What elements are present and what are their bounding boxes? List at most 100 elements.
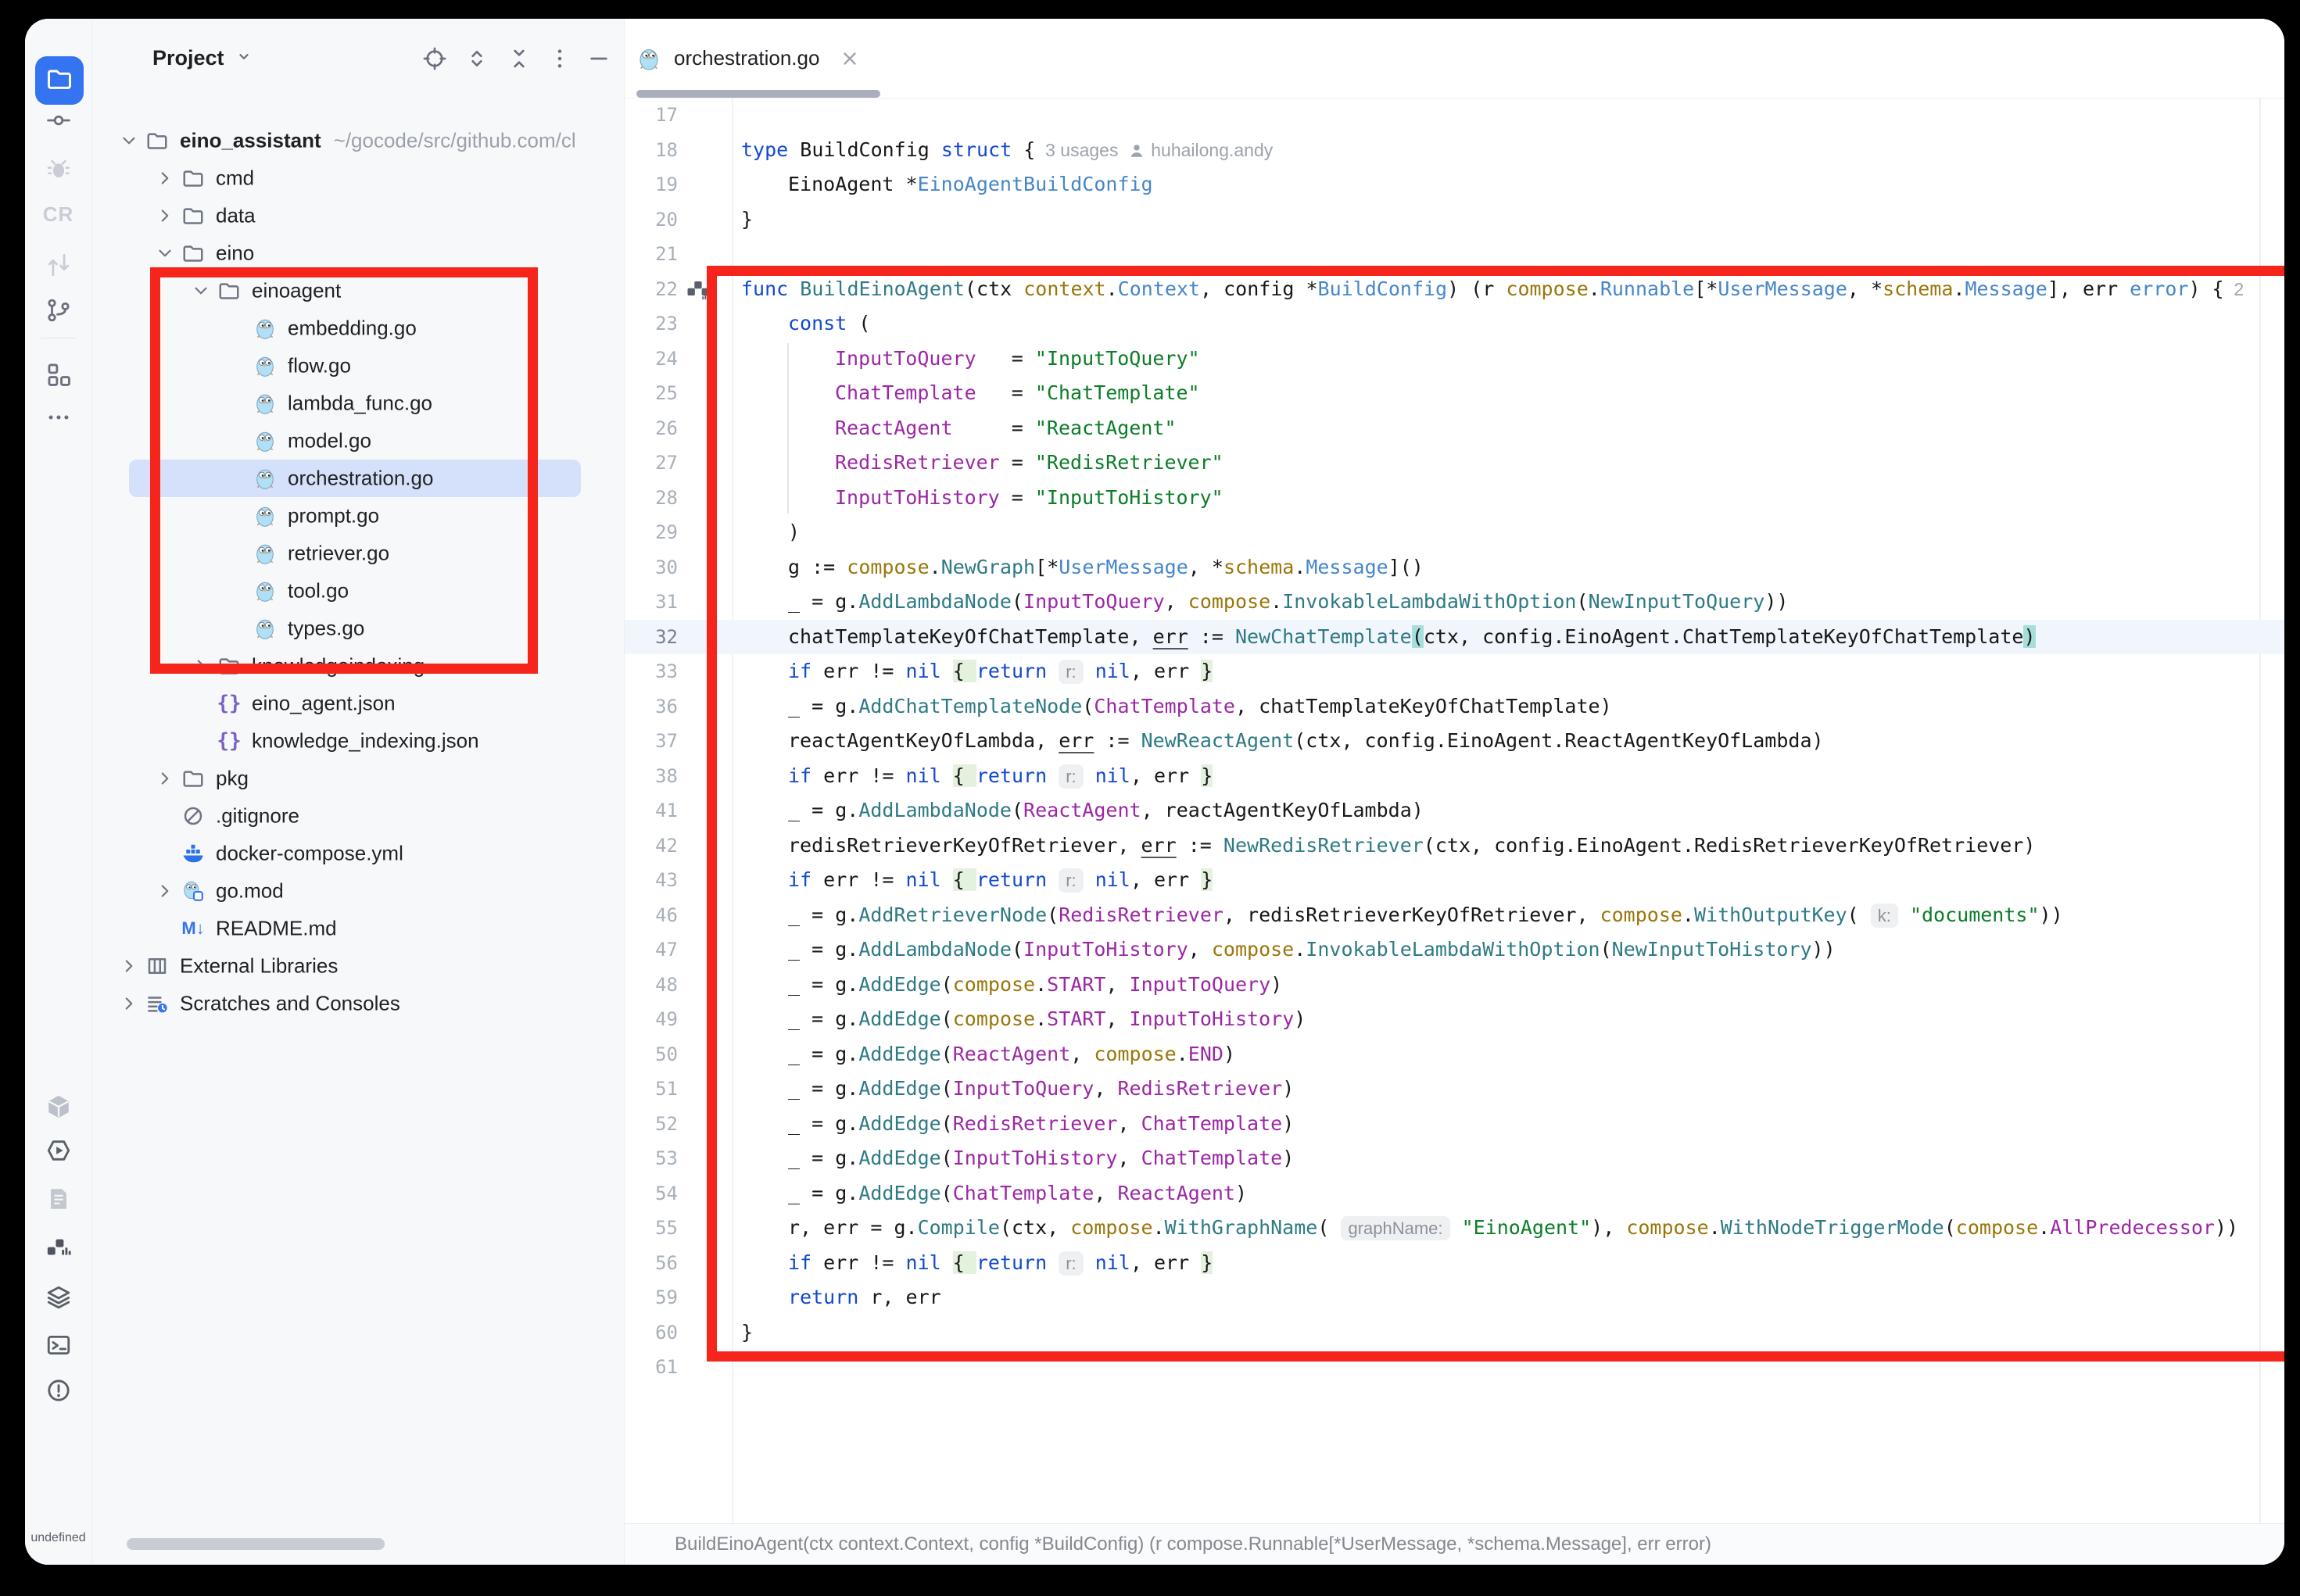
services-icon[interactable]	[44, 1282, 73, 1312]
tree-item-prompt-go[interactable]: prompt.go	[92, 497, 624, 535]
code-line-26[interactable]: 26ReactAgent = "ReactAgent"	[625, 411, 2284, 446]
line-number[interactable]: 48	[632, 968, 678, 1003]
code-line-24[interactable]: 24InputToQuery = "InputToQuery"	[625, 342, 2284, 377]
tree-item-flow-go[interactable]: flow.go	[92, 347, 624, 385]
fold-chevron-icon[interactable]	[701, 1253, 722, 1273]
tree-item-einoagent[interactable]: einoagent	[92, 272, 624, 310]
line-number[interactable]: 55	[632, 1211, 678, 1246]
code-line-41[interactable]: 41_ = g.AddLambdaNode(ReactAgent, reactA…	[625, 793, 2284, 828]
code-line-55[interactable]: 55r, err = g.Compile(ctx, compose.WithGr…	[625, 1211, 2284, 1246]
tree-horizontal-scrollbar[interactable]	[127, 1538, 385, 1550]
code-line-22[interactable]: 22func BuildEinoAgent(ctx context.Contex…	[625, 272, 2284, 307]
code-line-21[interactable]: 21	[625, 237, 2284, 272]
line-number[interactable]: 27	[632, 446, 678, 481]
line-number[interactable]: 59	[632, 1280, 678, 1315]
line-number[interactable]: 50	[632, 1037, 678, 1072]
code-line-31[interactable]: 31_ = g.AddLambdaNode(InputToQuery, comp…	[625, 585, 2284, 620]
line-number[interactable]: 42	[632, 828, 678, 864]
line-number[interactable]: 52	[632, 1107, 678, 1142]
tree-item-data[interactable]: data	[92, 197, 624, 234]
code-line-51[interactable]: 51_ = g.AddEdge(InputToQuery, RedisRetri…	[625, 1072, 2284, 1107]
code-line-60[interactable]: 60}	[625, 1315, 2284, 1351]
code-line-23[interactable]: 23const (	[625, 306, 2284, 342]
line-number[interactable]: 41	[632, 793, 678, 828]
code-line-59[interactable]: 59return r, err	[625, 1280, 2284, 1315]
code-line-19[interactable]: 19EinoAgent *EinoAgentBuildConfig	[625, 167, 2284, 202]
tree-item--gitignore[interactable]: .gitignore	[92, 797, 624, 835]
line-number[interactable]: 19	[632, 167, 678, 202]
code-line-29[interactable]: 29)	[625, 515, 2284, 550]
tree-item-docker-compose-yml[interactable]: docker-compose.yml	[92, 835, 624, 872]
code-line-47[interactable]: 47_ = g.AddLambdaNode(InputToHistory, co…	[625, 932, 2284, 968]
tree-item-embedding-go[interactable]: embedding.go	[92, 310, 624, 347]
problems-icon[interactable]	[44, 1376, 73, 1405]
line-number[interactable]: 22	[632, 272, 678, 307]
line-number[interactable]: 43	[632, 863, 678, 898]
tree-item-model-go[interactable]: model.go	[92, 422, 624, 460]
chevron-right-icon[interactable]	[155, 206, 175, 226]
line-number[interactable]: 49	[632, 1002, 678, 1037]
tree-item-lambda-func-go[interactable]: lambda_func.go	[92, 385, 624, 422]
line-number[interactable]: 30	[632, 550, 678, 585]
tree-item-external-libraries[interactable]: External Libraries	[92, 947, 624, 985]
hide-icon[interactable]	[586, 46, 611, 71]
line-number[interactable]: 61	[632, 1350, 678, 1385]
package-icon[interactable]	[44, 1092, 73, 1122]
close-icon[interactable]	[840, 48, 860, 69]
line-number[interactable]: 18	[632, 133, 678, 168]
chevron-right-icon[interactable]	[119, 956, 139, 976]
profiler-icon[interactable]	[44, 1233, 73, 1263]
tab-orchestration-go[interactable]: orchestration.go	[636, 19, 860, 98]
code-line-27[interactable]: 27RedisRetriever = "RedisRetriever"	[625, 446, 2284, 481]
tree-item-scratches-and-consoles[interactable]: Scratches and Consoles	[92, 985, 624, 1022]
code-line-30[interactable]: 30g := compose.NewGraph[*UserMessage, *s…	[625, 550, 2284, 585]
tree-item-retriever-go[interactable]: retriever.go	[92, 535, 624, 572]
code-line-54[interactable]: 54_ = g.AddEdge(ChatTemplate, ReactAgent…	[625, 1176, 2284, 1211]
version-control-icon[interactable]: undefined	[44, 1523, 73, 1553]
line-number[interactable]: 21	[632, 237, 678, 272]
tree-item-orchestration-go[interactable]: orchestration.go	[92, 460, 624, 497]
code-line-20[interactable]: 20}	[625, 202, 2284, 238]
code-line-18[interactable]: 18type BuildConfig struct { 3 usages huh…	[625, 133, 2284, 168]
chevron-right-icon[interactable]	[155, 881, 175, 901]
line-number[interactable]: 20	[632, 202, 678, 238]
line-number[interactable]: 54	[632, 1176, 678, 1211]
code-line-52[interactable]: 52_ = g.AddEdge(RedisRetriever, ChatTemp…	[625, 1107, 2284, 1142]
project-tool-button[interactable]	[35, 56, 84, 105]
code-line-32[interactable]: 32chatTemplateKeyOfChatTemplate, err := …	[625, 620, 2284, 655]
line-number[interactable]: 53	[632, 1141, 678, 1176]
tree-item-eino[interactable]: eino	[92, 234, 624, 272]
line-number[interactable]: 51	[632, 1072, 678, 1107]
expand-all-icon[interactable]	[464, 46, 489, 71]
chevron-right-icon[interactable]	[119, 993, 139, 1014]
tree-item-eino-assistant[interactable]: eino_assistant~/gocode/src/github.com/cl	[92, 122, 624, 159]
fold-chevron-icon[interactable]	[701, 661, 722, 682]
line-number[interactable]: 26	[632, 411, 678, 446]
code-line-33[interactable]: 33if err != nil { return r: nil, err }	[625, 654, 2284, 689]
line-number[interactable]: 25	[632, 376, 678, 411]
more-options-icon[interactable]	[547, 46, 572, 71]
code-line-56[interactable]: 56if err != nil { return r: nil, err }	[625, 1246, 2284, 1281]
code-line-37[interactable]: 37reactAgentKeyOfLambda, err := NewReact…	[625, 724, 2284, 759]
code-line-48[interactable]: 48_ = g.AddEdge(compose.START, InputToQu…	[625, 968, 2284, 1003]
collapse-all-icon[interactable]	[507, 46, 532, 71]
code-line-50[interactable]: 50_ = g.AddEdge(ReactAgent, compose.END)	[625, 1037, 2284, 1072]
line-number[interactable]: 33	[632, 654, 678, 689]
line-number[interactable]: 24	[632, 342, 678, 377]
breadcrumb[interactable]: BuildEinoAgent(ctx context.Context, conf…	[675, 1524, 1711, 1565]
line-number[interactable]: 46	[632, 898, 678, 933]
line-number[interactable]: 23	[632, 306, 678, 342]
code-line-61[interactable]: 61	[625, 1350, 2284, 1385]
code-line-43[interactable]: 43if err != nil { return r: nil, err }	[625, 863, 2284, 898]
line-number[interactable]: 29	[632, 515, 678, 550]
tree-item-knowledgeindexing[interactable]: knowledgeindexing	[92, 647, 624, 685]
tree-item-eino-agent-json[interactable]: {}eino_agent.json	[92, 685, 624, 722]
run-icon[interactable]	[44, 1136, 73, 1165]
tree-item-go-mod[interactable]: go.mod	[92, 872, 624, 910]
debug-icon[interactable]	[44, 154, 73, 184]
code-line-28[interactable]: 28InputToHistory = "InputToHistory"	[625, 481, 2284, 516]
notebook-icon[interactable]	[44, 1184, 73, 1214]
code-line-49[interactable]: 49_ = g.AddEdge(compose.START, InputToHi…	[625, 1002, 2284, 1037]
chevron-right-icon[interactable]	[191, 656, 211, 676]
tree-item-readme-md[interactable]: M↓README.md	[92, 910, 624, 947]
